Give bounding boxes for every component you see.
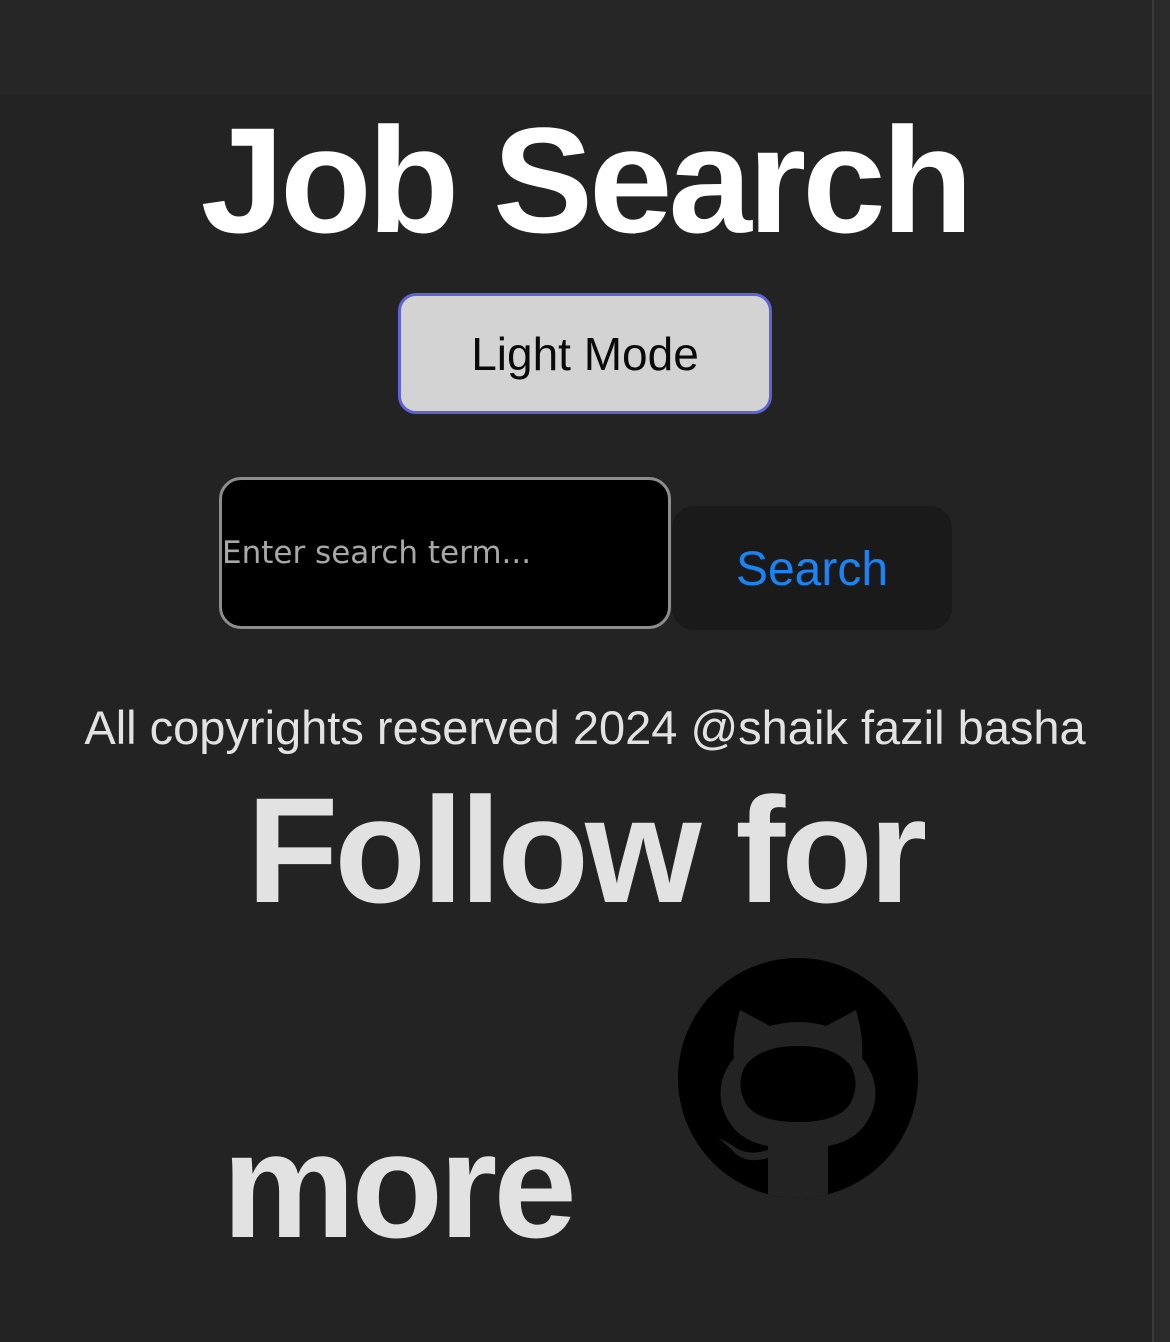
follow-heading-line1: Follow for [246,766,928,934]
search-input[interactable] [219,477,671,629]
page-title: Job Search [200,96,974,264]
top-strip [0,0,1152,94]
light-mode-button[interactable]: Light Mode [398,293,772,414]
follow-heading-line2: more [222,1101,577,1269]
github-link[interactable] [678,958,918,1198]
copyright-text: All copyrights reserved 2024 @shaik fazi… [84,701,1086,754]
job-search-page: Job Search Light Mode Search All copyrig… [0,0,1170,1342]
search-button[interactable]: Search [672,506,952,630]
github-icon [678,958,918,1198]
